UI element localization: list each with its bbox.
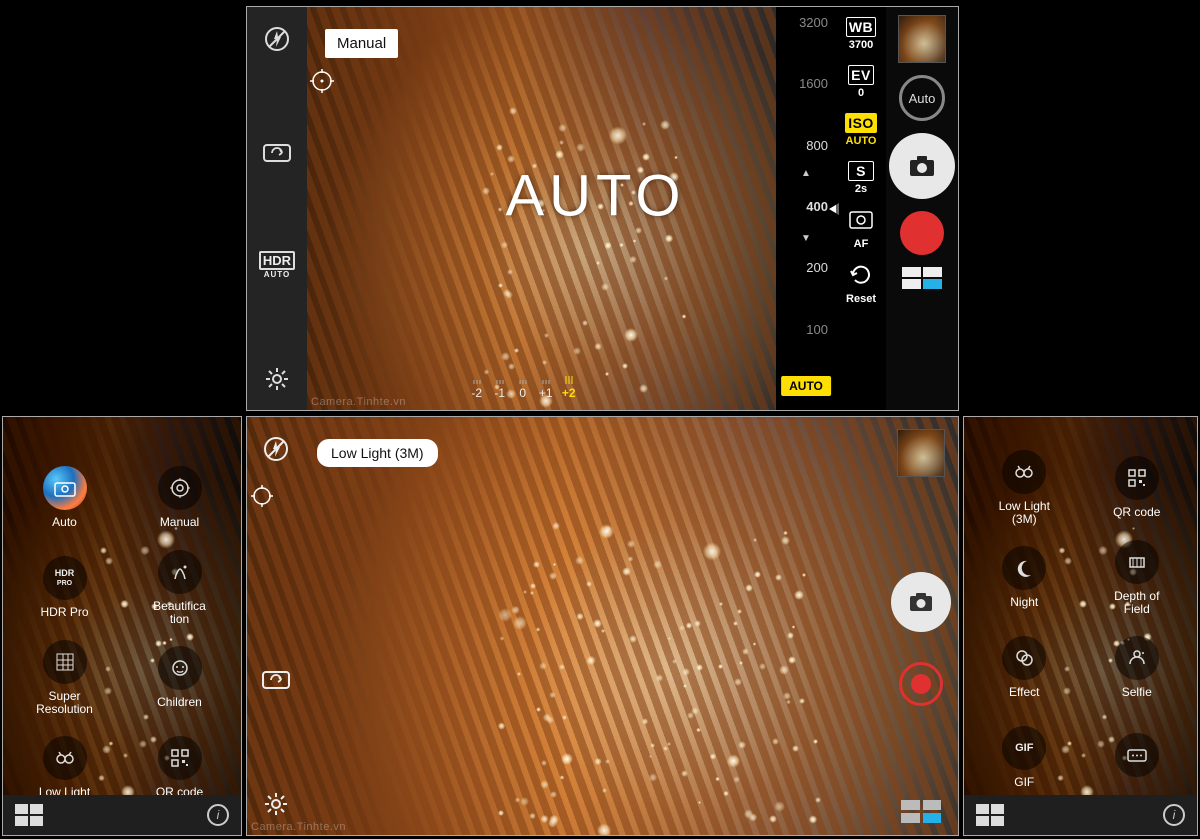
mode-item-night[interactable]: Night	[968, 533, 1081, 623]
settings-gear-icon[interactable]	[263, 791, 289, 817]
info-icon[interactable]: i	[207, 804, 229, 826]
night-icon	[1002, 546, 1046, 590]
iso-center-readout: AUTO	[505, 163, 685, 230]
selfie-icon	[1115, 636, 1159, 680]
switch-camera-icon[interactable]	[262, 140, 292, 164]
qr-icon	[158, 736, 202, 780]
auto-mode-ring[interactable]: Auto	[899, 75, 945, 121]
mode-item-effect[interactable]: Effect	[968, 623, 1081, 713]
gallery-thumbnail[interactable]	[897, 429, 945, 477]
manual-icon	[158, 466, 202, 510]
mode-item-selfie[interactable]: Selfie	[1081, 623, 1194, 713]
mode-item-label: HDR Pro	[40, 606, 88, 619]
lowlight-icon	[43, 736, 87, 780]
lowlight-viewfinder: Camera.Tinhte.vn	[247, 417, 958, 835]
mode-grid-button[interactable]	[901, 800, 941, 823]
gif-icon: GIF	[1002, 726, 1046, 770]
children-icon	[158, 646, 202, 690]
lowlight3m-icon	[1002, 450, 1046, 494]
auto-icon	[43, 466, 87, 510]
param-shutter[interactable]: S 2s	[844, 161, 878, 195]
param-wb[interactable]: WB 3700	[844, 17, 878, 51]
info-icon[interactable]: i	[1163, 804, 1185, 826]
mode-item-more[interactable]	[1081, 713, 1194, 803]
mode-grid-toggle[interactable]	[976, 804, 1004, 826]
flash-off-icon[interactable]	[262, 435, 290, 463]
more-icon	[1115, 733, 1159, 777]
iso-ruler[interactable]: 3200 1600 800 400 200 100 50 ▲ ▼ AUTO	[776, 7, 836, 410]
mode-item-label: QR code	[1113, 506, 1160, 519]
lowlight-rightbar	[884, 417, 958, 835]
mode-bottom-bar: i	[964, 795, 1197, 835]
mode-item-manual[interactable]: Manual	[122, 453, 237, 543]
mode-item-label: Depth of Field	[1114, 590, 1159, 616]
mode-item-qr[interactable]: QR code	[1081, 443, 1194, 533]
mode-item-label: Super Resolution	[36, 690, 93, 716]
param-iso[interactable]: ISO AUTO	[844, 113, 878, 147]
mode-item-lowlight3m[interactable]: Low Light (3M)	[968, 443, 1081, 533]
iso-auto-pill[interactable]: AUTO	[781, 376, 831, 396]
focus-reticle-icon	[308, 67, 336, 95]
switch-camera-icon[interactable]	[261, 667, 291, 691]
camera-icon	[909, 592, 933, 612]
shutter-button[interactable]	[889, 133, 955, 199]
mode-item-label: Children	[157, 696, 202, 709]
ev-scale[interactable]: -2 -1 0 +1 +2	[467, 374, 578, 400]
gallery-thumbnail[interactable]	[898, 15, 946, 63]
focus-reticle-icon	[249, 483, 275, 509]
manual-viewfinder: AUTO -2 -1 0 +1 +2 Camera.Tinhte.vn	[307, 7, 776, 410]
record-button[interactable]	[899, 662, 943, 706]
mode-grid-toggle[interactable]	[15, 804, 43, 826]
mode-item-label: Manual	[160, 516, 199, 529]
modes-right-frame: Low Light (3M) QR code Night Depth of Field…	[963, 416, 1198, 836]
mode-item-superres[interactable]: Super Resolution	[7, 633, 122, 723]
mode-item-auto[interactable]: Auto	[7, 453, 122, 543]
lowlight-camera-frame: Camera.Tinhte.vn Low Light (3M)	[246, 416, 959, 836]
param-reset[interactable]: Reset	[844, 264, 878, 305]
mode-item-label: Night	[1010, 596, 1038, 609]
manual-camera-frame: AUTO -2 -1 0 +1 +2 Camera.Tinhte.vn 3200…	[246, 6, 959, 411]
param-ev[interactable]: EV 0	[844, 65, 878, 99]
qr-icon	[1115, 456, 1159, 500]
mode-item-dof[interactable]: Depth of Field	[1081, 533, 1194, 623]
modes-left-frame: Auto Manual HDRPRO HDR Pro Beautifica tion Su…	[2, 416, 242, 836]
mode-item-label: Auto	[52, 516, 77, 529]
mode-label-chip[interactable]: Low Light (3M)	[317, 439, 438, 467]
shutter-button[interactable]	[891, 572, 951, 632]
mode-item-label: GIF	[1014, 776, 1034, 789]
mode-item-label: Selfie	[1122, 686, 1152, 699]
mode-item-label: Low Light (3M)	[999, 500, 1050, 526]
superres-icon	[43, 640, 87, 684]
effect-icon	[1002, 636, 1046, 680]
manual-rightbar: Auto	[886, 7, 958, 410]
mode-item-children[interactable]: Children	[122, 633, 237, 723]
beauty-icon	[158, 550, 202, 594]
mode-item-label: Beautifica tion	[153, 600, 206, 626]
settings-gear-icon[interactable]	[264, 366, 290, 392]
mode-item-label: Effect	[1009, 686, 1039, 699]
param-af[interactable]: AF	[844, 209, 878, 250]
manual-leftbar: HDR AUTO	[247, 7, 307, 410]
param-column: WB 3700 EV 0 ISO AUTO S 2s AF Reset	[836, 7, 886, 410]
flash-off-icon[interactable]	[263, 25, 291, 53]
mode-item-beauty[interactable]: Beautifica tion	[122, 543, 237, 633]
lowlight-leftbar	[247, 417, 305, 835]
dof-icon	[1115, 540, 1159, 584]
mode-item-hdrpro[interactable]: HDRPRO HDR Pro	[7, 543, 122, 633]
mode-label-chip[interactable]: Manual	[325, 29, 398, 58]
watermark: Camera.Tinhte.vn	[311, 396, 406, 408]
mode-grid-button[interactable]	[902, 267, 942, 289]
mode-bottom-bar: i	[3, 795, 241, 835]
record-button[interactable]	[900, 211, 944, 255]
mode-item-gif[interactable]: GIF GIF	[968, 713, 1081, 803]
hdrpro-icon: HDRPRO	[43, 556, 87, 600]
hdr-auto-icon[interactable]: HDR AUTO	[259, 251, 295, 279]
camera-icon	[909, 155, 935, 177]
